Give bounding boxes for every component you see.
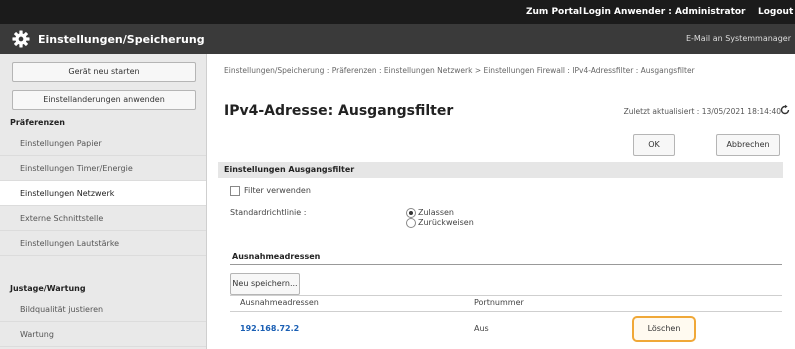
sidebar: Gerät neu starten Einstellanderungen anw… [0,54,207,349]
sidebar-item-image-quality[interactable]: Bildqualität justieren [0,297,206,322]
apply-changes-button[interactable]: Einstellanderungen anwenden [12,90,196,110]
sidebar-item-volume[interactable]: Einstellungen Lautstärke [0,231,206,256]
outbound-filter-settings-header: Einstellungen Ausgangsfilter [218,162,783,178]
allow-radio[interactable] [406,208,416,218]
title-bar: Einstellungen/Speicherung E-Mail an Syst… [0,24,795,54]
refresh-icon[interactable] [779,104,791,116]
cancel-button[interactable]: Abbrechen [716,134,780,156]
sidebar-group-preferences: Präferenzen [10,118,65,127]
table-top-border [230,295,782,296]
page-title: IPv4-Adresse: Ausgangsfilter [224,103,454,119]
mail-to-admin-link[interactable]: E-Mail an Systemmanager [686,34,791,43]
use-filter-checkbox[interactable] [230,186,240,196]
portal-link[interactable]: Zum Portal [526,7,582,17]
table-header-border [230,311,782,312]
column-header-port: Portnummer [474,298,524,307]
exception-addresses-heading: Ausnahmeadressen [232,252,321,261]
top-bar: Zum Portal Login Anwender : Administrato… [0,0,795,24]
gear-icon [12,30,30,48]
delete-button[interactable]: Löschen [632,316,696,342]
logout-link[interactable]: Logout [758,7,793,17]
use-filter-label: Filter verwenden [244,186,311,195]
sidebar-item-paper[interactable]: Einstellungen Papier [0,131,206,156]
restart-device-button[interactable]: Gerät neu starten [12,62,196,82]
sidebar-item-external-interface[interactable]: Externe Schnittstelle [0,206,206,231]
app-title: Einstellungen/Speicherung [38,33,205,46]
section-divider [230,264,782,265]
register-new-button[interactable]: Neu speichern... [230,273,300,295]
sidebar-item-network[interactable]: Einstellungen Netzwerk [0,181,206,206]
login-user-info: Login Anwender : Administrator [583,7,746,17]
reject-radio[interactable] [406,218,416,228]
column-header-address: Ausnahmeadressen [240,298,319,307]
port-number-value: Aus [474,324,489,333]
exception-address-link[interactable]: 192.168.72.2 [240,324,299,333]
sidebar-item-maintenance[interactable]: Wartung [0,322,206,347]
ok-button[interactable]: OK [633,134,675,156]
main-content: Einstellungen/Speicherung : Präferenzen … [206,54,795,349]
sidebar-group-adjustment: Justage/Wartung [10,284,86,293]
sidebar-item-timer-energy[interactable]: Einstellungen Timer/Energie [0,156,206,181]
allow-label: Zulassen [418,208,455,217]
last-updated-text: Zuletzt aktualisiert : 13/05/2021 18:14:… [623,107,781,116]
breadcrumb: Einstellungen/Speicherung : Präferenzen … [224,66,695,75]
default-policy-label: Standardrichtlinie : [230,208,307,217]
reject-label: Zurückweisen [418,218,474,227]
